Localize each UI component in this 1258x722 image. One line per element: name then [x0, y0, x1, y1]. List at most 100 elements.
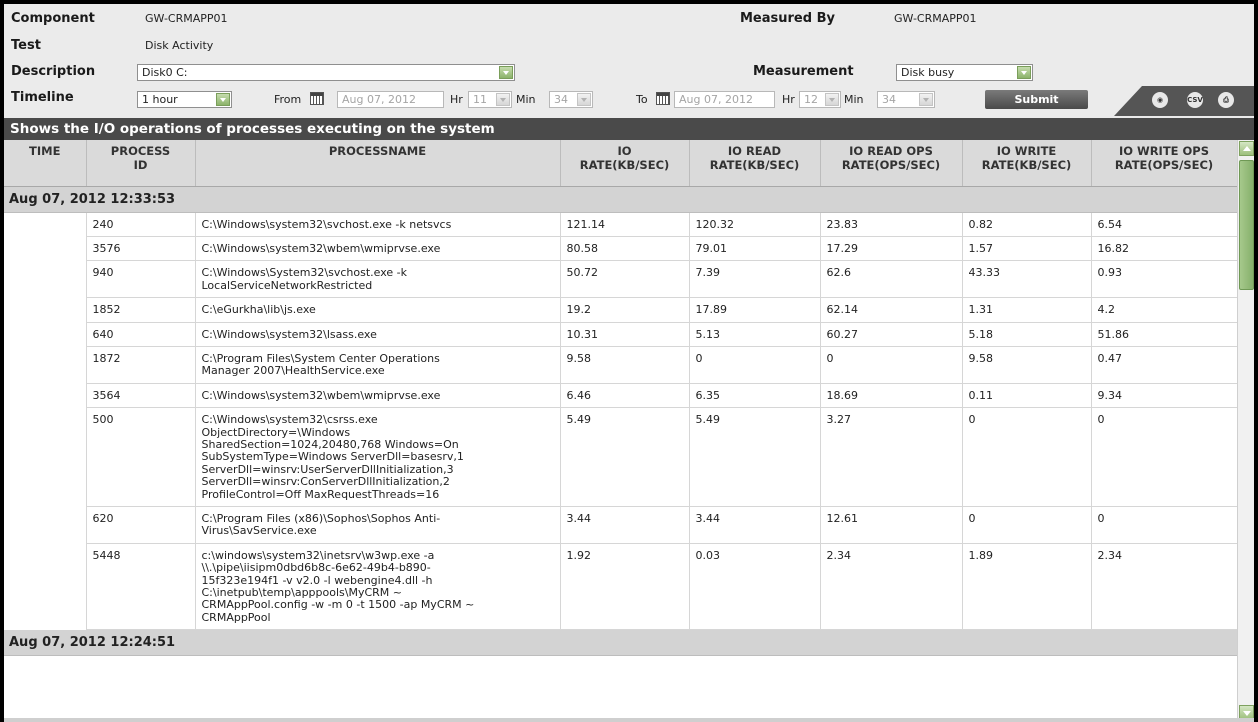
measurement-select[interactable]: Disk busy [896, 64, 1033, 81]
io-read-cell: 5.13 [689, 322, 821, 347]
time-cell [4, 260, 87, 298]
component-label: Component [11, 11, 95, 26]
process-name-line: C:\Windows\system32\svchost.exe -k netsv… [201, 217, 452, 231]
to-date-input[interactable]: Aug 07, 2012 [674, 91, 775, 108]
calendar-icon[interactable] [310, 92, 324, 105]
timeline-select-value: 1 hour [142, 93, 178, 106]
from-hour-select[interactable]: 11 [468, 91, 512, 108]
table-row: 1852 C:\eGurkha\lib\js.exe 19.2 17.89 62.14 1… [4, 297, 1237, 323]
chevron-down-icon [919, 93, 933, 106]
process-name-line: C:\eGurkha\lib\js.exe [201, 303, 316, 317]
io-cell: 3.44 [560, 506, 690, 544]
column-header-line1: IO WRITE OPS [1118, 144, 1210, 158]
from-minute-select[interactable]: 34 [549, 91, 593, 108]
io-write-ops-cell: 16.82 [1091, 236, 1237, 262]
io-write-cell: 1.89 [962, 543, 1092, 631]
vertical-scrollbar[interactable] [1237, 140, 1254, 722]
description-select[interactable]: Disk0 C: [137, 64, 515, 81]
process-name-line: C:\Windows\system32\wbem\wmiprvse.exe [201, 241, 441, 255]
scroll-up-arrow-icon[interactable] [1239, 141, 1254, 156]
io-write-ops-cell: 0.93 [1091, 260, 1237, 299]
io-write-ops-cell: 51.86 [1091, 322, 1237, 347]
chevron-down-icon [496, 93, 510, 106]
chevron-down-icon [216, 93, 230, 106]
time-cell [4, 506, 87, 544]
io-read-cell: 79.01 [689, 236, 821, 262]
column-header-line1: IO WRITE [996, 144, 1057, 158]
time-cell [4, 383, 87, 408]
process-name-line: ProfileControl=Off MaxRequestThreads=16 [201, 487, 440, 501]
process-name-cell: C:\Windows\system32\lsass.exe [195, 322, 561, 347]
io-cell: 10.31 [560, 322, 690, 347]
time-group-label: Aug 07, 2012 12:24:51 [4, 629, 1237, 657]
calendar-icon[interactable] [656, 92, 670, 105]
to-minute-select[interactable]: 34 [877, 91, 935, 108]
to-hour-select[interactable]: 12 [799, 91, 841, 108]
process-name-cell: C:\Program Files (x86)\Sophos\Sophos Ant… [195, 506, 561, 544]
process-name-cell: C:\eGurkha\lib\js.exe [195, 297, 561, 323]
binoculars-icon[interactable]: ◉ [1152, 92, 1168, 108]
io-cell: 50.72 [560, 260, 690, 299]
measurement-label: Measurement [753, 64, 854, 79]
process-name-cell: C:\Windows\system32\wbem\wmiprvse.exe [195, 383, 561, 409]
process-name-line: CRMAppPool.config -w -m 0 -t 1500 -ap My… [201, 598, 475, 612]
column-header-line2: ID [133, 158, 148, 172]
io-read-ops-cell: 62.14 [820, 297, 963, 323]
io-write-ops-cell: 4.2 [1091, 297, 1237, 323]
submit-button[interactable]: Submit [985, 90, 1088, 109]
table-row: 240 C:\Windows\system32\svchost.exe -k ne… [4, 212, 1237, 237]
time-cell [4, 543, 87, 630]
from-date-value: Aug 07, 2012 [342, 93, 416, 106]
column-header: IO WRITE OPS RATE(OPS/SEC) [1091, 140, 1237, 187]
io-write-cell: 0 [962, 407, 1092, 507]
pid-cell: 500 [86, 407, 196, 507]
column-header-line2: RATE(KB/SEC) [981, 158, 1072, 172]
process-name-cell: C:\Windows\System32\svchost.exe -k LocalS… [195, 260, 561, 299]
column-header-line2: RATE(KB/SEC) [709, 158, 800, 172]
csv-icon[interactable]: CSV [1187, 92, 1203, 108]
pid-cell: 3564 [86, 383, 196, 409]
measured-by-label: Measured By [740, 11, 835, 26]
scrollbar-thumb[interactable] [1239, 160, 1254, 290]
table-row: 500 C:\Windows\system32\csrss.exe ObjectDi… [4, 407, 1237, 507]
from-min-label: Min [516, 93, 536, 106]
timeline-select[interactable]: 1 hour [137, 91, 232, 108]
io-write-ops-cell: 6.54 [1091, 212, 1237, 237]
column-header-line2: RATE(KB/SEC) [579, 158, 670, 172]
io-read-cell: 3.44 [689, 506, 821, 544]
io-read-cell: 5.49 [689, 407, 821, 507]
table-row: 640 C:\Windows\system32\lsass.exe 10.31 5.1… [4, 322, 1237, 347]
process-name-cell: C:\Program Files\System Center Operation… [195, 346, 561, 384]
process-name-line: C:\Windows\System32\svchost.exe -k [201, 266, 408, 280]
io-write-cell: 0.11 [962, 383, 1092, 409]
io-write-ops-cell: 0 [1091, 506, 1237, 544]
io-read-cell: 120.32 [689, 212, 821, 237]
to-minute-value: 34 [882, 93, 896, 106]
table-row: 940 C:\Windows\System32\svchost.exe -k Loc… [4, 260, 1237, 299]
io-read-ops-cell: 17.29 [820, 236, 963, 262]
chevron-down-icon [499, 66, 513, 79]
process-io-table: TIME PROCESS ID PROCESSNAME IO RATE(KB/SEC) IO… [4, 140, 1237, 657]
chevron-down-icon [825, 93, 839, 106]
table-body: Aug 07, 2012 12:33:53 240 C:\Windows\syste… [4, 186, 1237, 657]
table-row: 3564 C:\Windows\system32\wbem\wmiprvse.ex… [4, 383, 1237, 409]
io-write-ops-cell: 0.47 [1091, 346, 1237, 384]
io-read-ops-cell: 60.27 [820, 322, 963, 347]
time-cell [4, 346, 87, 384]
from-date-input[interactable]: Aug 07, 2012 [337, 91, 444, 108]
to-hour-value: 12 [804, 93, 818, 106]
timeline-label: Timeline [11, 90, 74, 105]
column-header-line1: IO READ [727, 144, 782, 158]
io-write-cell: 9.58 [962, 346, 1092, 384]
io-read-ops-cell: 3.27 [820, 407, 963, 507]
table-row: 620 C:\Program Files (x86)\Sophos\Sophos … [4, 506, 1237, 544]
column-header-line1: TIME [29, 144, 61, 158]
process-name-line: C:\Windows\system32\wbem\wmiprvse.exe [201, 388, 441, 402]
printer-icon[interactable]: ⎙ [1218, 92, 1234, 108]
column-header-line1: PROCESS [110, 144, 171, 158]
io-cell: 5.49 [560, 407, 690, 507]
io-write-ops-cell: 9.34 [1091, 383, 1237, 409]
io-read-ops-cell: 62.6 [820, 260, 963, 299]
time-group-row: Aug 07, 2012 12:24:51 [4, 629, 1237, 657]
io-write-cell: 1.31 [962, 297, 1092, 323]
